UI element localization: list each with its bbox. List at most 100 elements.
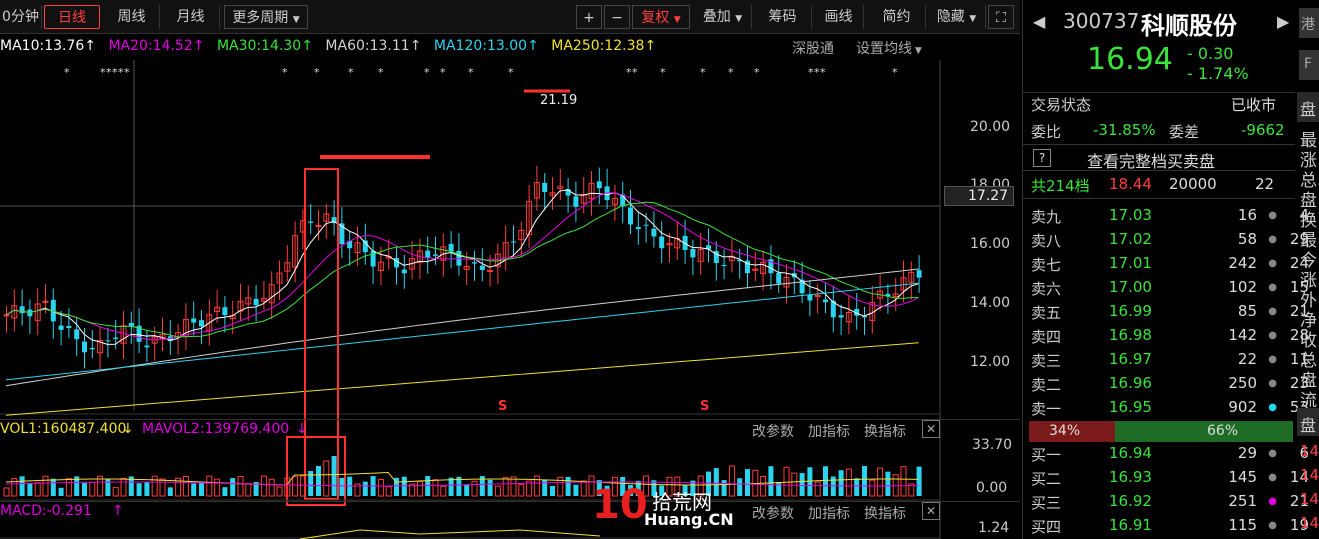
switch-indicator-button[interactable]: 换指标 <box>864 421 906 441</box>
panel-tab[interactable]: 盘 <box>1297 92 1319 122</box>
draw-line-button[interactable]: 画线 <box>814 5 864 29</box>
stock-price: 16.94 <box>1087 42 1173 77</box>
close-icon[interactable]: ✕ <box>922 502 940 520</box>
candle-body <box>191 318 197 323</box>
sell-row[interactable]: 卖五 16.99 85 ● 21 <box>1031 300 1317 324</box>
sell-price: 16.96 <box>1109 374 1152 392</box>
volume-bar <box>260 475 267 497</box>
close-icon[interactable]: ✕ <box>922 420 940 438</box>
hk-tab[interactable]: 港 <box>1299 8 1319 38</box>
full-book-link[interactable]: 查看完整档买卖盘 <box>1087 148 1215 172</box>
ma-line <box>5 201 919 338</box>
chips-button[interactable]: 筹码 <box>754 5 812 29</box>
levels-count: 22 <box>1255 175 1275 193</box>
macd-legend: MACD:-0.291 ↑ 改参数 加指标 换指标 ✕ <box>0 501 1020 523</box>
sell-price: 17.02 <box>1109 230 1152 248</box>
hide-dropdown[interactable]: 隐藏 ▼ <box>928 5 986 29</box>
simple-mode-button[interactable]: 简约 <box>868 5 926 29</box>
volume-bar <box>776 482 782 496</box>
candle-body <box>253 298 259 306</box>
more-periods-dropdown[interactable]: 更多周期 ▼ <box>224 5 308 29</box>
help-icon[interactable]: ? <box>1033 149 1051 167</box>
tab-daily[interactable]: 日线 <box>44 5 100 29</box>
overlay-dropdown[interactable]: 叠加 ▼ <box>694 5 752 29</box>
volume-bar <box>823 466 828 496</box>
add-indicator-button[interactable]: 加指标 <box>808 503 850 523</box>
zoom-out-button[interactable]: − <box>604 5 630 29</box>
diff-value: -9662 <box>1241 121 1285 139</box>
quote-panel: ◀ 300737 科顺股份 ▶ 港 16.94 - 0.30 - 1.74% F… <box>1022 0 1319 539</box>
tab-minute[interactable]: 0分钟 <box>0 5 42 29</box>
dot-icon: ● <box>1268 234 1277 245</box>
sell-row[interactable]: 卖三 16.97 22 ● 11 <box>1031 348 1317 372</box>
sell-row[interactable]: 卖四 16.98 142 ● 28 <box>1031 324 1317 348</box>
candle-body <box>690 248 696 258</box>
candle-body <box>838 315 844 318</box>
candle-body <box>628 207 633 225</box>
volume-bar <box>916 466 922 496</box>
volume-bar <box>151 475 158 497</box>
switch-indicator-button[interactable]: 换指标 <box>864 503 906 523</box>
buy-level-label: 买三 <box>1031 494 1062 512</box>
volume-bar <box>191 483 197 496</box>
candle-body <box>74 329 80 340</box>
prev-stock-icon[interactable]: ◀ <box>1033 12 1045 31</box>
volume-bar <box>471 480 478 497</box>
macd-axis: 1.24 <box>978 520 1010 536</box>
sell-row[interactable]: 卖八 17.02 58 ● 29 <box>1031 228 1317 252</box>
buy-row[interactable]: 买二 16.93 145 ● 14 <box>1031 466 1317 490</box>
chart-area[interactable]: 0分钟 日线 周线 月线 更多周期 ▼ + − 复权 ▼ 叠加 ▼ 筹码 画线 … <box>0 0 1020 539</box>
candle-body <box>916 270 922 278</box>
levels-vol: 20000 <box>1169 175 1217 193</box>
sell-volume: 102 <box>1228 278 1257 296</box>
shenzhen-connect-link[interactable]: 深股通 <box>792 38 834 58</box>
volume-bar <box>331 456 337 496</box>
candle-body <box>472 262 477 264</box>
volume-bar <box>199 482 204 496</box>
volume-axis-top: 33.70 <box>972 437 1013 453</box>
dot-icon: ● <box>1268 354 1277 365</box>
arrow-up-icon: ↑ <box>301 38 313 54</box>
zoom-in-button[interactable]: + <box>576 5 602 29</box>
candle-body <box>89 347 95 350</box>
volume-bar <box>799 473 805 496</box>
fullscreen-icon[interactable]: ⛶ <box>988 5 1014 29</box>
ma-legend: MA10:13.76↑ MA20:14.52↑ MA30:14.30↑ MA60… <box>0 38 656 58</box>
divider <box>1023 144 1295 145</box>
next-stock-icon[interactable]: ▶ <box>1277 12 1289 31</box>
volume-bar <box>58 487 64 496</box>
candlestick-chart[interactable]: * * * * * * * * * * * * * * * * * * * * * * * *S S <box>0 60 1020 539</box>
tab-weekly[interactable]: 周线 <box>104 5 160 29</box>
volume-bar <box>550 485 555 496</box>
sell-price: 17.01 <box>1109 254 1152 272</box>
buy-row[interactable]: 买三 16.92 251 ● 21 <box>1031 490 1317 514</box>
adjust-dropdown[interactable]: 复权 ▼ <box>632 5 690 29</box>
vol1-label: VOL1:160487.400 <box>0 421 127 437</box>
panel-tab-2[interactable]: 盘 <box>1297 408 1319 436</box>
change-params-button[interactable]: 改参数 <box>752 503 794 523</box>
volume-bar <box>323 460 330 497</box>
sell-row[interactable]: 卖二 16.96 250 ● 23 <box>1031 372 1317 396</box>
volume-bar <box>245 483 252 497</box>
set-ma-dropdown[interactable]: 设置均线 ▼ <box>856 38 922 58</box>
candle-body <box>573 196 579 207</box>
sell-row[interactable]: 卖九 17.03 16 ● 4 <box>1031 204 1317 228</box>
add-indicator-button[interactable]: 加指标 <box>808 421 850 441</box>
candle-body <box>635 227 641 230</box>
tab-monthly[interactable]: 月线 <box>162 5 220 29</box>
buy-row[interactable]: 买四 16.91 115 ● 19 <box>1031 514 1317 538</box>
candle-body <box>596 181 602 189</box>
candle-body <box>721 264 727 266</box>
levels-label: 共214档 <box>1031 177 1090 195</box>
sell-row[interactable]: 卖一 16.95 902 ● 53 <box>1031 396 1317 420</box>
f-tab[interactable]: F <box>1299 50 1319 80</box>
sell-row[interactable]: 卖六 17.00 102 ● 15 <box>1031 276 1317 300</box>
volume-bar <box>292 476 299 497</box>
buy-price: 16.91 <box>1109 516 1152 534</box>
volume-bar <box>50 478 56 496</box>
sell-row[interactable]: 卖七 17.01 242 ● 24 <box>1031 252 1317 276</box>
volume-bar <box>82 483 87 496</box>
change-params-button[interactable]: 改参数 <box>752 421 794 441</box>
volume-bar <box>65 477 72 497</box>
buy-row[interactable]: 买一 16.94 29 ● 6 <box>1031 442 1317 466</box>
